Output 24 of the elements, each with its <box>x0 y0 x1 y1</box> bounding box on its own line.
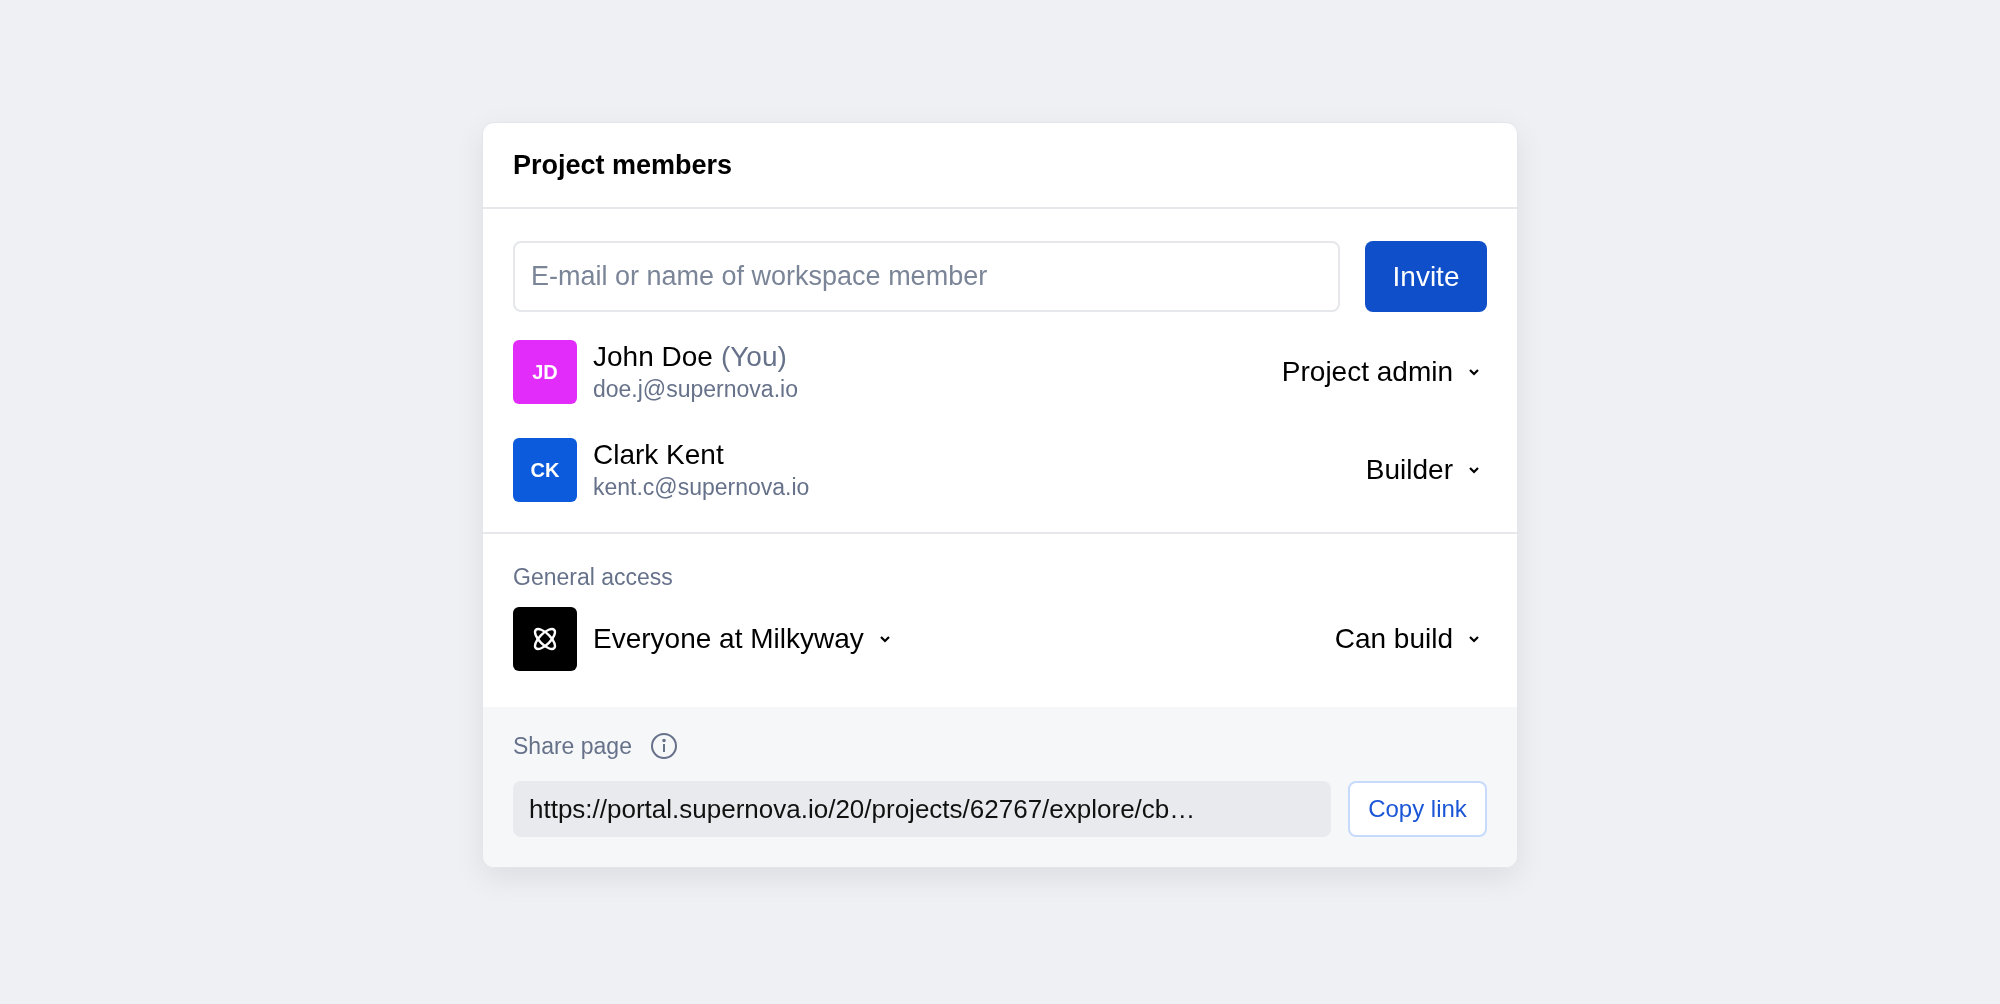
role-dropdown[interactable]: Builder <box>1365 449 1481 491</box>
dialog-title: Project members <box>513 148 733 182</box>
permission-dropdown[interactable]: Can build <box>1334 617 1481 660</box>
chevron-down-icon <box>1467 465 1481 475</box>
invite-input-field[interactable]: E-mail or name of workspace member <box>513 241 1340 312</box>
chevron-down-icon <box>1467 633 1481 644</box>
copy-link-button[interactable]: Copy link <box>1348 781 1487 837</box>
member-name: Clark Kent <box>593 438 724 472</box>
chevron-down-icon <box>877 633 892 644</box>
you-tag: (You) <box>720 340 787 374</box>
share-url-field[interactable]: https://portal.supernova.io/20/projects/62767/explore/cb… <box>513 781 1331 837</box>
access-scope-dropdown[interactable]: Everyone at Milkyway <box>593 617 892 660</box>
logo-icon <box>513 606 577 671</box>
invite-button[interactable]: Invite <box>1365 241 1487 312</box>
avatar: JD <box>513 340 577 404</box>
chevron-down-icon <box>1467 367 1481 377</box>
member-name: John Doe <box>593 340 713 374</box>
role-dropdown[interactable]: Project admin <box>1281 351 1481 393</box>
info-icon[interactable] <box>649 731 678 760</box>
share-page-label: Share page <box>513 731 632 761</box>
general-access-label: General access <box>513 563 674 592</box>
member-email: kent.c@supernova.io <box>593 473 810 502</box>
member-email: doe.j@supernova.io <box>593 375 798 404</box>
avatar: CK <box>513 438 577 502</box>
